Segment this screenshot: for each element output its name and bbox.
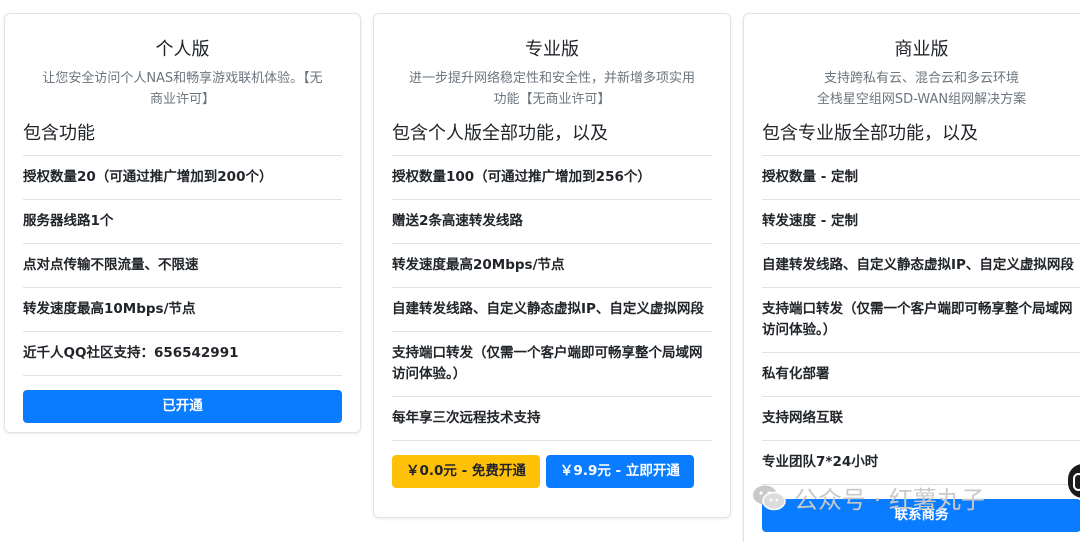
- feature-item: 转发速度最高10Mbps/节点: [23, 288, 342, 332]
- feature-item: 每年享三次远程技术支持: [392, 397, 712, 441]
- features-heading: 包含专业版全部功能，以及: [762, 122, 1080, 156]
- plan-description-line: 商业许可】: [149, 92, 215, 107]
- feature-list: 授权数量20（可通过推广增加到200个） 服务器线路1个 点对点传输不限流量、不…: [23, 156, 342, 376]
- feature-item: 授权数量100（可通过推广增加到256个）: [392, 156, 712, 200]
- feature-item: 授权数量20（可通过推广增加到200个）: [23, 156, 342, 200]
- feature-item: 私有化部署: [762, 353, 1080, 397]
- feature-item: 专业团队7*24小时: [762, 441, 1080, 485]
- feature-item: 支持端口转发（仅需一个客户端即可畅享整个局域网访问体验。）: [392, 332, 712, 397]
- plan-description-line: 让您安全访问个人NAS和畅享游戏联机体验。【无: [42, 71, 323, 86]
- plan-card-pro: 专业版 进一步提升网络稳定性和安全性，并新增多项实用 功能【无商业许可】 包含个…: [373, 13, 731, 518]
- pro-button-group: ￥0.0元 - 免费开通 ￥9.9元 - 立即开通: [392, 455, 712, 488]
- plan-title: 商业版: [894, 39, 949, 60]
- feature-item: 近千人QQ社区支持：656542991: [23, 332, 342, 376]
- feature-item: 转发速度最高20Mbps/节点: [392, 244, 712, 288]
- features-heading: 包含个人版全部功能，以及: [392, 122, 712, 156]
- buy-now-button[interactable]: ￥9.9元 - 立即开通: [545, 455, 694, 488]
- plan-description-line: 全栈星空组网SD-WAN组网解决方案: [816, 92, 1027, 107]
- features-heading: 包含功能: [23, 122, 342, 156]
- plan-description-line: 支持跨私有云、混合云和多云环境: [823, 71, 1019, 86]
- plan-description-line: 进一步提升网络稳定性和安全性，并新增多项实用: [408, 71, 695, 86]
- contact-sales-button[interactable]: 联系商务: [762, 499, 1080, 532]
- feature-item: 自建转发线路、自定义静态虚拟IP、自定义虚拟网段: [392, 288, 712, 332]
- feature-item: 转发速度 - 定制: [762, 200, 1080, 244]
- feature-list: 授权数量100（可通过推广增加到256个） 赠送2条高速转发线路 转发速度最高2…: [392, 156, 712, 441]
- feature-item: 点对点传输不限流量、不限速: [23, 244, 342, 288]
- feature-item: 赠送2条高速转发线路: [392, 200, 712, 244]
- activated-button[interactable]: 已开通: [23, 390, 342, 423]
- plan-description: 让您安全访问个人NAS和畅享游戏联机体验。【无 商业许可】: [23, 68, 342, 110]
- feature-item: 授权数量 - 定制: [762, 156, 1080, 200]
- feature-item: 自建转发线路、自定义静态虚拟IP、自定义虚拟网段: [762, 244, 1080, 288]
- plan-title: 个人版: [155, 39, 210, 60]
- plan-description: 支持跨私有云、混合云和多云环境 全栈星空组网SD-WAN组网解决方案: [762, 68, 1080, 110]
- plan-title: 专业版: [525, 39, 579, 60]
- plan-description-line: 功能【无商业许可】: [493, 92, 611, 107]
- plan-description: 进一步提升网络稳定性和安全性，并新增多项实用 功能【无商业许可】: [392, 68, 712, 110]
- free-activate-button[interactable]: ￥0.0元 - 免费开通: [392, 455, 540, 488]
- plan-card-business: 商业版 支持跨私有云、混合云和多云环境 全栈星空组网SD-WAN组网解决方案 包…: [743, 13, 1080, 542]
- feature-item: 支持端口转发（仅需一个客户端即可畅享整个局域网访问体验。）: [762, 288, 1080, 353]
- plan-card-personal: 个人版 让您安全访问个人NAS和畅享游戏联机体验。【无 商业许可】 包含功能 授…: [4, 13, 361, 433]
- feature-item: 服务器线路1个: [23, 200, 342, 244]
- feature-list: 授权数量 - 定制 转发速度 - 定制 自建转发线路、自定义静态虚拟IP、自定义…: [762, 156, 1080, 485]
- feature-item: 支持网络互联: [762, 397, 1080, 441]
